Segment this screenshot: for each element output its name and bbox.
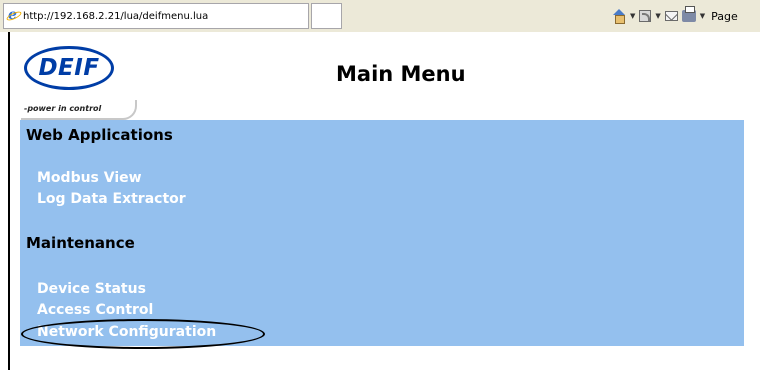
menu-link-modbus-view[interactable]: Modbus View (37, 170, 142, 186)
logo-text: DEIF (38, 55, 100, 81)
logo-tagline-swoosh: -power in control (21, 100, 137, 120)
read-mail-icon[interactable] (664, 11, 678, 21)
section-title-maintenance: Maintenance (26, 234, 135, 252)
logo-tagline: -power in control (24, 104, 102, 113)
page-title: Main Menu (336, 62, 466, 86)
page-menu-button[interactable]: Page (711, 10, 738, 23)
menu-link-device-status[interactable]: Device Status (37, 281, 146, 297)
deif-logo: DEIF -power in control (21, 46, 141, 122)
section-title-web-applications: Web Applications (26, 126, 173, 144)
home-dropdown-arrow-icon[interactable]: ▼ (630, 12, 635, 20)
browser-toolbar: e http://192.168.2.21/lua/deifmenu.lua ▼… (0, 0, 760, 32)
menu-link-log-data-extractor[interactable]: Log Data Extractor (37, 191, 186, 207)
left-border-line (8, 32, 10, 370)
print-icon[interactable] (681, 6, 696, 22)
new-tab-button[interactable] (311, 3, 342, 29)
address-bar-url: http://192.168.2.21/lua/deifmenu.lua (23, 10, 209, 22)
menu-link-network-configuration[interactable]: Network Configuration (37, 324, 216, 340)
logo-oval: DEIF (24, 46, 114, 90)
internet-explorer-icon: e (5, 7, 23, 23)
main-menu-panel: Web Applications Modbus View Log Data Ex… (20, 120, 744, 349)
feeds-dropdown-arrow-icon[interactable]: ▼ (655, 12, 660, 20)
menu-link-access-control[interactable]: Access Control (37, 302, 153, 318)
feeds-icon[interactable] (639, 10, 652, 22)
print-dropdown-arrow-icon[interactable]: ▼ (700, 12, 705, 20)
command-bar: ▼ ▼ ▼ Page (612, 5, 738, 27)
home-icon[interactable] (612, 9, 626, 24)
address-bar[interactable]: e http://192.168.2.21/lua/deifmenu.lua (3, 3, 309, 29)
